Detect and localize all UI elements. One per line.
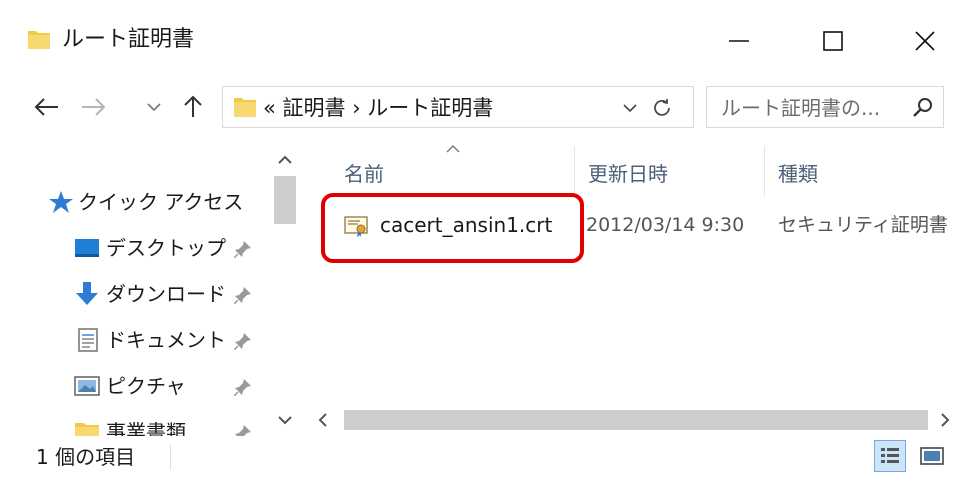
chevron-down-icon: [147, 103, 161, 112]
file-explorer-window: ルート証明書 « 証明書 › ルート証明書 ルート証明書の... クイック アク…: [0, 0, 958, 477]
sidebar-item-desktop[interactable]: デスクトップ: [0, 226, 270, 270]
arrow-left-icon: [34, 98, 58, 116]
picture-icon: [74, 376, 100, 396]
sidebar-item-downloads[interactable]: ダウンロード: [0, 272, 270, 316]
breadcrumb[interactable]: « 証明書 › ルート証明書: [263, 94, 493, 122]
sort-ascending-icon: [446, 145, 460, 153]
navigation-bar: « 証明書 › ルート証明書 ルート証明書の...: [0, 76, 958, 140]
back-button[interactable]: [30, 90, 64, 124]
large-icons-view-button[interactable]: [916, 440, 948, 472]
sidebar-item-label: 事業書類: [106, 420, 186, 436]
up-button[interactable]: [176, 90, 210, 124]
chevron-left-icon[interactable]: [316, 412, 330, 428]
sidebar-item-documents[interactable]: ドキュメント: [0, 318, 270, 362]
search-placeholder[interactable]: ルート証明書の...: [721, 94, 880, 122]
star-icon: [49, 191, 73, 213]
column-divider[interactable]: [574, 146, 575, 196]
sidebar-item-pictures[interactable]: ピクチャ: [0, 364, 270, 408]
details-view-button[interactable]: [874, 440, 906, 472]
scrollbar-thumb[interactable]: [344, 410, 928, 430]
title-bar[interactable]: ルート証明書: [0, 0, 958, 76]
scrollbar-thumb[interactable]: [274, 176, 296, 224]
maximize-button[interactable]: [800, 14, 866, 68]
details-view-icon: [881, 448, 899, 463]
column-divider[interactable]: [764, 146, 765, 196]
chevron-down-icon[interactable]: [276, 412, 294, 428]
item-count: 1 個の項目: [36, 445, 136, 469]
status-bar: 1 個の項目: [0, 436, 958, 477]
refresh-button[interactable]: [647, 93, 677, 123]
large-icons-view-icon: [920, 447, 944, 465]
search-box[interactable]: ルート証明書の...: [706, 86, 944, 128]
chevron-down-icon: [623, 104, 637, 113]
sidebar-item-quick-access[interactable]: クイック アクセス: [0, 180, 270, 224]
arrow-right-icon: [82, 98, 106, 116]
arrow-up-icon: [184, 95, 202, 117]
column-header-modified[interactable]: 更新日時: [588, 160, 668, 188]
search-icon[interactable]: [911, 96, 935, 120]
column-header-type[interactable]: 種類: [778, 160, 818, 188]
navigation-pane: クイック アクセス デスクトップ ダウンロード ドキュメント ピクチャ 事業書類: [0, 146, 300, 436]
close-icon: [915, 31, 935, 51]
address-dropdown-button[interactable]: [617, 93, 643, 123]
sidebar-item-label: デスクトップ: [106, 236, 226, 260]
forward-button[interactable]: [76, 90, 110, 124]
column-header-name[interactable]: 名前: [344, 160, 384, 188]
sidebar-item-label: ダウンロード: [106, 282, 226, 306]
minimize-button[interactable]: [706, 14, 772, 68]
document-icon: [78, 328, 98, 352]
refresh-icon: [654, 99, 670, 116]
pin-icon: [234, 333, 251, 350]
pin-icon: [234, 241, 251, 258]
navigation-scrollbar[interactable]: [270, 146, 300, 436]
sidebar-item-label: ドキュメント: [106, 328, 226, 352]
chevron-right-icon[interactable]: [938, 412, 952, 428]
sidebar-item-label: ピクチャ: [106, 374, 186, 398]
file-type: セキュリティ証明書: [778, 214, 948, 236]
desktop-icon: [75, 239, 99, 257]
pin-icon: [234, 287, 251, 304]
download-icon: [76, 282, 98, 305]
folder-icon: [234, 98, 256, 117]
sidebar-item-label: クイック アクセス: [78, 190, 244, 214]
status-divider: [170, 444, 171, 470]
folder-icon: [75, 423, 99, 436]
window-title: ルート証明書: [62, 27, 195, 52]
folder-icon: [28, 31, 50, 49]
recent-locations-button[interactable]: [142, 90, 166, 124]
minimize-icon: [729, 40, 749, 42]
close-button[interactable]: [892, 14, 958, 68]
maximize-icon: [823, 31, 843, 51]
file-modified: 2012/03/14 9:30: [586, 214, 745, 236]
horizontal-scrollbar[interactable]: [300, 404, 958, 436]
chevron-up-icon[interactable]: [276, 152, 294, 168]
sidebar-item-folder[interactable]: 事業書類: [0, 410, 270, 436]
pin-icon: [235, 425, 251, 436]
address-bar[interactable]: « 証明書 › ルート証明書: [222, 86, 694, 128]
highlight-annotation: [321, 193, 584, 263]
file-list: 名前 更新日時 種類 cacert_ansin1.crt 2012/03/14 …: [300, 145, 958, 436]
pin-icon: [234, 379, 251, 396]
